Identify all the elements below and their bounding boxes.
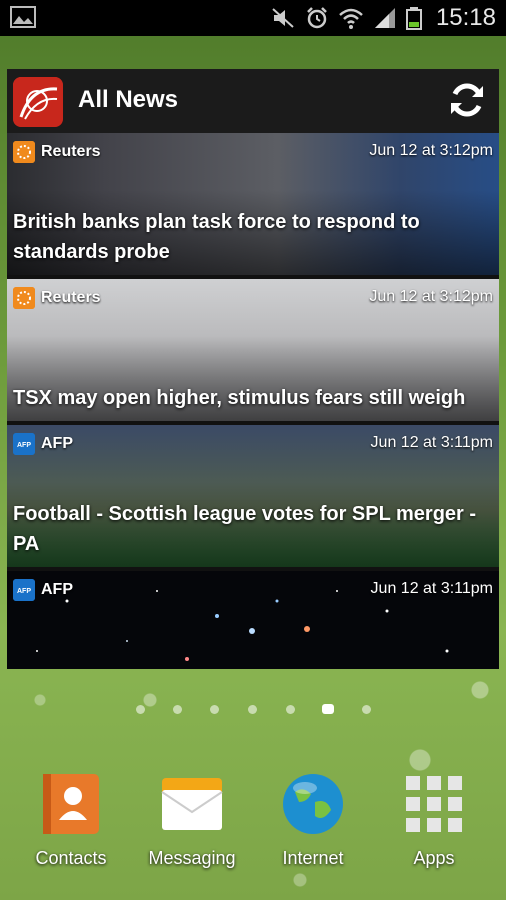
article-headline: Football - Scottish league votes for SPL… <box>13 503 477 555</box>
afp-icon: AFP <box>13 579 35 601</box>
alarm-icon <box>307 7 327 29</box>
internet-icon <box>283 774 343 834</box>
battery-icon <box>405 7 422 30</box>
app-label: Messaging <box>148 848 236 868</box>
article-time: Jun 12 at 3:12pm <box>369 142 493 159</box>
page-dot[interactable] <box>136 705 145 714</box>
gallery-notification-icon <box>10 6 36 28</box>
article-headline: TSX may open higher, stimulus fears stil… <box>13 387 466 409</box>
page-dot-active[interactable] <box>322 704 334 714</box>
article-time: Jun 12 at 3:11pm <box>370 580 493 597</box>
widget-header: All News <box>7 69 499 133</box>
mute-icon <box>272 8 294 28</box>
page-indicator <box>0 700 506 720</box>
widget-title: All News <box>78 86 179 113</box>
article-time: Jun 12 at 3:12pm <box>369 288 493 305</box>
afp-icon: AFP <box>13 433 35 455</box>
svg-text:AFP: AFP <box>17 588 31 595</box>
status-bar: 15:18 <box>0 0 506 36</box>
page-dot[interactable] <box>362 705 371 714</box>
page-dot[interactable] <box>173 705 182 714</box>
svg-text:AFP: AFP <box>17 442 31 449</box>
news-source: AFP AFP <box>13 433 73 455</box>
article-headline: British banks plan task force to respond… <box>13 211 420 263</box>
article-time: Jun 12 at 3:11pm <box>370 434 493 451</box>
news-app-logo-icon[interactable] <box>13 77 63 127</box>
contacts-icon <box>43 774 99 834</box>
app-label: Apps <box>413 848 455 868</box>
source-name: Reuters <box>41 289 101 306</box>
news-card[interactable]: Reuters Jun 12 at 3:12pm British banks p… <box>7 133 499 275</box>
reuters-icon <box>13 141 35 163</box>
source-name: AFP <box>41 581 73 598</box>
news-source: Reuters <box>13 287 101 309</box>
news-card[interactable]: AFP AFP Jun 12 at 3:11pm Football - Scot… <box>7 425 499 567</box>
refresh-icon[interactable] <box>447 80 487 120</box>
wifi-icon <box>339 8 363 29</box>
page-dot[interactable] <box>210 705 219 714</box>
news-source: AFP AFP <box>13 579 73 601</box>
page-dot[interactable] <box>286 705 295 714</box>
messaging-icon <box>161 778 223 830</box>
signal-icon <box>374 8 395 28</box>
app-label: Contacts <box>35 848 107 868</box>
source-name: AFP <box>41 435 73 452</box>
source-name: Reuters <box>41 143 101 160</box>
news-card[interactable]: Reuters Jun 12 at 3:12pm TSX may open hi… <box>7 279 499 421</box>
news-source: Reuters <box>13 141 101 163</box>
app-label: Internet <box>282 848 344 868</box>
apps-grid-icon <box>406 776 462 832</box>
news-widget: All News Reuters Jun 12 at 3:12pm Britis… <box>7 69 499 669</box>
page-dot[interactable] <box>248 705 257 714</box>
app-dock: Contacts Messaging Internet Apps <box>0 768 506 900</box>
reuters-icon <box>13 287 35 309</box>
clock-time: 15:18 <box>435 4 496 31</box>
news-card[interactable]: AFP AFP Jun 12 at 3:11pm <box>7 571 499 669</box>
